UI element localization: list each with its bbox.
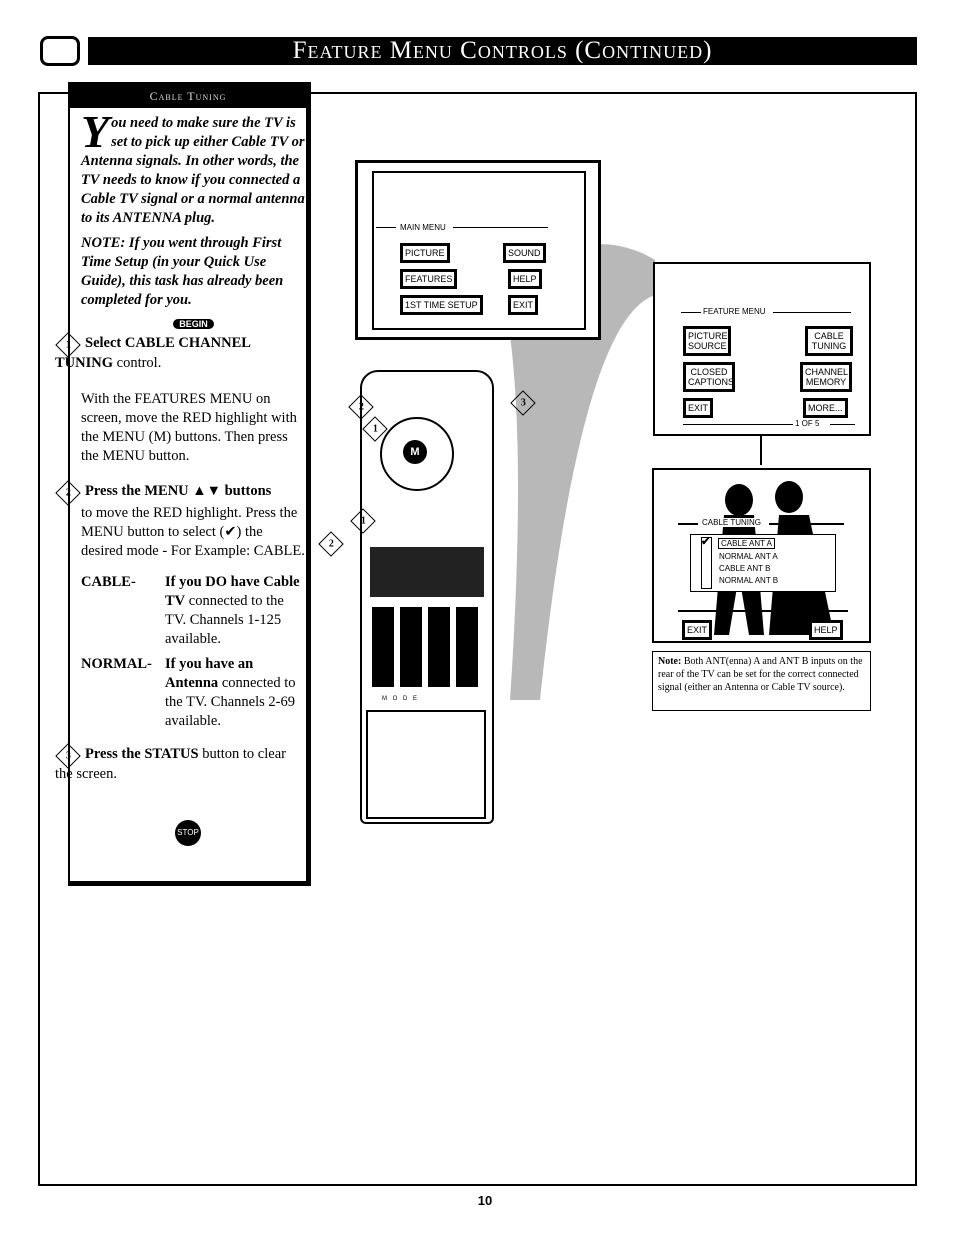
remote-control: M M O D E xyxy=(360,370,494,824)
antenna-note: Note: Both ANT(enna) A and ANT B inputs … xyxy=(652,651,871,711)
cable-tuning-options: ✔ CABLE ANT A NORMAL ANT A CABLE ANT B N… xyxy=(690,534,836,592)
menu-item-picture-source[interactable]: PICTURE SOURCE xyxy=(683,326,731,356)
step-3-marker-icon: 3 xyxy=(55,743,81,769)
feature-menu-title: FEATURE MENU xyxy=(703,307,766,316)
instructions-panel: Cable Tuning You need to make sure the T… xyxy=(55,82,311,886)
setup-note: NOTE: If you went through First Time Set… xyxy=(81,235,284,308)
menu-item-exit[interactable]: EXIT xyxy=(508,295,539,315)
step-1: 1 Select CABLE CHANNEL TUNING control. xyxy=(55,332,306,373)
mode-label: M O D E xyxy=(382,696,420,702)
begin-badge: BEGIN xyxy=(173,319,214,329)
arrow-down-icon xyxy=(760,435,762,465)
page-title: Feature Menu Controls (Continued) xyxy=(88,37,917,65)
menu-item-channel-memory[interactable]: CHANNEL MEMORY xyxy=(800,362,852,392)
exit-button[interactable]: EXIT xyxy=(682,620,713,640)
main-menu-title: MAIN MENU xyxy=(400,223,446,232)
menu-page-indicator: 1 OF 5 xyxy=(795,419,820,428)
manual-page: Feature Menu Controls (Continued) Cable … xyxy=(0,0,954,1235)
menu-item-features[interactable]: FEATURES xyxy=(400,269,458,289)
main-menu-screen: MAIN MENU PICTURE SOUND FEATURES HELP 1S… xyxy=(355,160,601,340)
feature-menu-screen: FEATURE MENU PICTURE SOURCE CABLE TUNING… xyxy=(653,262,871,436)
cable-option: CABLE- If you DO have Cable TV connected … xyxy=(81,574,300,647)
checkmark-icon: ✔ xyxy=(701,536,711,548)
remote-lower-panel xyxy=(366,710,486,819)
pip-buttons[interactable] xyxy=(370,547,484,597)
cable-tuning-screen: CABLE TUNING ✔ CABLE ANT A NORMAL ANT A … xyxy=(652,468,871,643)
step-2-marker-icon: 2 xyxy=(55,480,81,506)
tv-icon xyxy=(40,36,80,66)
intro-paragraph: You need to make sure the TV is set to p… xyxy=(81,106,305,227)
step-1-marker-icon: 1 xyxy=(55,332,81,358)
step-3: 3 Press the STATUS button to clear the sc… xyxy=(55,743,306,784)
menu-item-first-time-setup[interactable]: 1ST TIME SETUP xyxy=(400,295,483,315)
stop-icon: STOP xyxy=(175,820,201,846)
menu-item-cable-tuning[interactable]: CABLE TUNING xyxy=(805,326,853,356)
menu-button[interactable]: M xyxy=(403,440,427,464)
menu-item-more[interactable]: MORE... xyxy=(803,398,848,418)
page-number: 10 xyxy=(477,1193,493,1208)
step-2-body: to move the RED highlight. Press the MEN… xyxy=(81,505,305,559)
option-cable-ant-a[interactable]: CABLE ANT A xyxy=(718,538,775,549)
help-button[interactable]: HELP xyxy=(809,620,843,640)
option-normal-ant-a[interactable]: NORMAL ANT A xyxy=(719,552,778,561)
option-cable-ant-b[interactable]: CABLE ANT B xyxy=(719,564,770,573)
section-title: Cable Tuning xyxy=(70,84,306,108)
menu-item-help[interactable]: HELP xyxy=(508,269,542,289)
number-keypad[interactable] xyxy=(372,607,482,687)
option-normal-ant-b[interactable]: NORMAL ANT B xyxy=(719,576,778,585)
step-1-body: With the FEATURES MENU on screen, move t… xyxy=(81,391,297,464)
menu-item-exit[interactable]: EXIT xyxy=(683,398,714,418)
menu-item-picture[interactable]: PICTURE xyxy=(400,243,450,263)
step-2: 2 Press the MENU ▲▼ buttons xyxy=(55,480,306,506)
cable-tuning-title: CABLE TUNING xyxy=(702,518,761,527)
menu-item-sound[interactable]: SOUND xyxy=(503,243,546,263)
normal-option: NORMAL- If you have an Antenna connected … xyxy=(81,656,296,729)
menu-item-closed-captions[interactable]: CLOSED CAPTIONS xyxy=(683,362,735,392)
